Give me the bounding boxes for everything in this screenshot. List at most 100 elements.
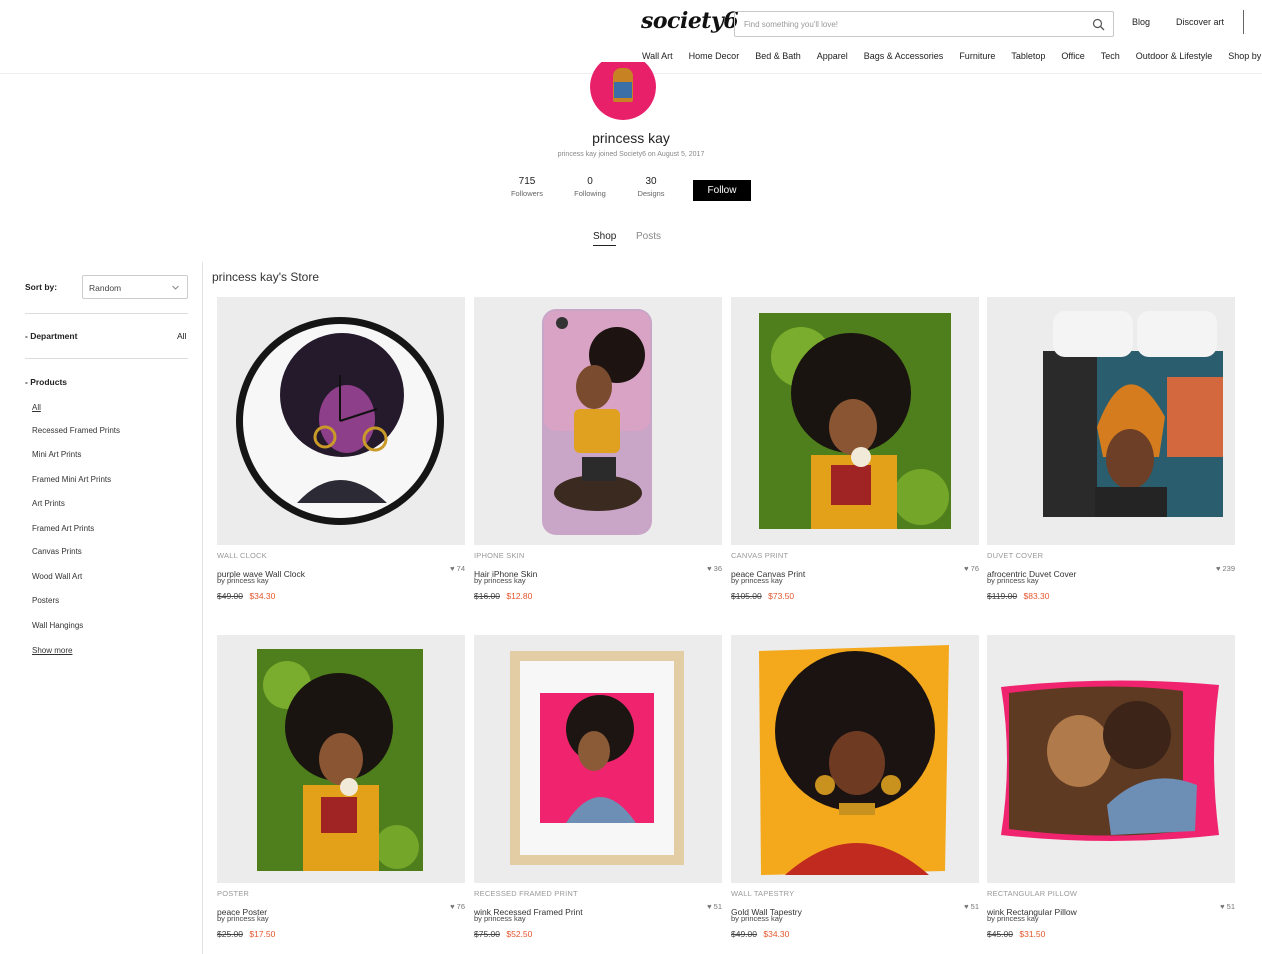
products-filter-toggle[interactable]: - Products bbox=[25, 377, 67, 387]
product-title[interactable]: purple wave Wall Clock bbox=[217, 569, 305, 579]
product-image[interactable] bbox=[474, 297, 722, 545]
chevron-down-icon bbox=[172, 285, 179, 290]
divider bbox=[25, 358, 188, 359]
nav-shop-by[interactable]: Shop by bbox=[1228, 51, 1261, 63]
product-type: WALL CLOCK bbox=[217, 551, 267, 560]
tab-shop[interactable]: Shop bbox=[593, 231, 617, 246]
product-prices: $45.00 $31.50 bbox=[987, 929, 1235, 939]
product-title[interactable]: Gold Wall Tapestry bbox=[731, 907, 802, 917]
follow-button[interactable]: Follow bbox=[693, 180, 751, 201]
filter-framed-art-prints[interactable]: Framed Art Prints bbox=[32, 524, 94, 533]
like-count[interactable]: ♥ 74 bbox=[450, 564, 465, 573]
product-image[interactable] bbox=[987, 635, 1235, 883]
sort-select[interactable]: Random bbox=[82, 275, 188, 299]
like-count-value: 51 bbox=[713, 902, 722, 911]
profile-name: princess kay bbox=[592, 130, 670, 146]
sale-price: $34.30 bbox=[763, 929, 790, 939]
nav-bed-bath[interactable]: Bed & Bath bbox=[755, 51, 801, 63]
stat-number: 0 bbox=[587, 176, 593, 187]
department-filter-toggle[interactable]: - Department bbox=[25, 331, 77, 341]
stat-designs[interactable]: 30 Designs bbox=[621, 176, 681, 198]
product-title[interactable]: afrocentric Duvet Cover bbox=[987, 569, 1076, 579]
society6-logo[interactable]: society6 bbox=[641, 8, 739, 34]
stat-followers[interactable]: 715 Followers bbox=[497, 176, 557, 198]
product-card[interactable]: IPHONE SKIN Hair iPhone Skin ♥ 36 by pri… bbox=[474, 297, 722, 601]
stat-following[interactable]: 0 Following bbox=[560, 176, 620, 198]
sale-price: $83.30 bbox=[1023, 591, 1050, 601]
original-price: $25.00 bbox=[217, 929, 243, 939]
nav-bags-accessories[interactable]: Bags & Accessories bbox=[864, 51, 944, 63]
like-count[interactable]: ♥ 76 bbox=[450, 902, 465, 911]
product-type: IPHONE SKIN bbox=[474, 551, 525, 560]
search-bar bbox=[734, 11, 1114, 37]
like-count[interactable]: ♥ 51 bbox=[707, 902, 722, 911]
filter-all[interactable]: All bbox=[32, 403, 41, 412]
product-title[interactable]: wink Recessed Framed Print bbox=[474, 907, 583, 917]
product-image[interactable] bbox=[987, 297, 1235, 545]
product-card[interactable]: WALL TAPESTRY Gold Wall Tapestry ♥ 51 by… bbox=[731, 635, 979, 939]
stat-label: Followers bbox=[510, 189, 544, 198]
header-divider bbox=[1243, 10, 1244, 34]
product-title[interactable]: peace Poster bbox=[217, 907, 267, 917]
filter-mini-art-prints[interactable]: Mini Art Prints bbox=[32, 450, 81, 459]
sale-price: $12.80 bbox=[506, 591, 533, 601]
original-price: $49.00 bbox=[731, 929, 757, 939]
product-title[interactable]: wink Rectangular Pillow bbox=[987, 907, 1077, 917]
department-value: All bbox=[177, 331, 187, 341]
product-prices: $25.00 $17.50 bbox=[217, 929, 465, 939]
product-type: POSTER bbox=[217, 889, 250, 898]
product-title[interactable]: Hair iPhone Skin bbox=[474, 569, 537, 579]
like-count-value: 51 bbox=[1226, 902, 1235, 911]
product-prices: $49.00 $34.30 bbox=[731, 929, 979, 939]
original-price: $49.00 bbox=[217, 591, 243, 601]
product-prices: $119.00 $83.30 bbox=[987, 591, 1235, 601]
nav-tabletop[interactable]: Tabletop bbox=[1011, 51, 1045, 63]
like-count[interactable]: ♥ 36 bbox=[707, 564, 722, 573]
filter-framed-mini-art-prints[interactable]: Framed Mini Art Prints bbox=[32, 475, 111, 484]
like-count[interactable]: ♥ 51 bbox=[964, 902, 979, 911]
product-image[interactable] bbox=[731, 297, 979, 545]
show-more-link[interactable]: Show more bbox=[32, 646, 72, 655]
filter-wood-wall-art[interactable]: Wood Wall Art bbox=[32, 572, 82, 581]
original-price: $75.00 bbox=[474, 929, 500, 939]
product-image[interactable] bbox=[217, 297, 465, 545]
nav-outdoor-lifestyle[interactable]: Outdoor & Lifestyle bbox=[1136, 51, 1213, 63]
stat-number: 30 bbox=[645, 176, 657, 187]
like-count-value: 239 bbox=[1222, 564, 1235, 573]
product-type: CANVAS PRINT bbox=[731, 551, 789, 560]
product-image[interactable] bbox=[474, 635, 722, 883]
like-count-value: 36 bbox=[713, 564, 722, 573]
nav-home-decor[interactable]: Home Decor bbox=[689, 51, 740, 63]
product-card[interactable]: DUVET COVER afrocentric Duvet Cover ♥ 23… bbox=[987, 297, 1235, 601]
discover-art-link[interactable]: Discover art bbox=[1176, 17, 1224, 27]
tab-posts[interactable]: Posts bbox=[636, 231, 661, 242]
search-icon[interactable] bbox=[1092, 18, 1105, 31]
like-count[interactable]: ♥ 51 bbox=[1220, 902, 1235, 911]
search-input[interactable] bbox=[735, 12, 1075, 36]
product-card[interactable]: RECESSED FRAMED PRINT wink Recessed Fram… bbox=[474, 635, 722, 939]
blog-link[interactable]: Blog bbox=[1132, 17, 1150, 27]
like-count[interactable]: ♥ 76 bbox=[964, 564, 979, 573]
product-card[interactable]: RECTANGULAR PILLOW wink Rectangular Pill… bbox=[987, 635, 1235, 939]
filter-canvas-prints[interactable]: Canvas Prints bbox=[32, 547, 82, 556]
filter-art-prints[interactable]: Art Prints bbox=[32, 499, 65, 508]
like-count-value: 76 bbox=[456, 902, 465, 911]
filter-wall-hangings[interactable]: Wall Hangings bbox=[32, 621, 83, 630]
original-price: $16.00 bbox=[474, 591, 500, 601]
stat-label: Designs bbox=[637, 189, 665, 198]
product-title[interactable]: peace Canvas Print bbox=[731, 569, 805, 579]
nav-apparel[interactable]: Apparel bbox=[817, 51, 848, 63]
product-image[interactable] bbox=[731, 635, 979, 883]
filter-posters[interactable]: Posters bbox=[32, 596, 59, 605]
product-image[interactable] bbox=[217, 635, 465, 883]
stat-number: 715 bbox=[518, 176, 536, 187]
product-card[interactable]: CANVAS PRINT peace Canvas Print ♥ 76 by … bbox=[731, 297, 979, 601]
nav-furniture[interactable]: Furniture bbox=[959, 51, 995, 63]
nav-tech[interactable]: Tech bbox=[1101, 51, 1120, 63]
product-card[interactable]: POSTER peace Poster ♥ 76 by princess kay… bbox=[217, 635, 465, 939]
like-count[interactable]: ♥ 239 bbox=[1216, 564, 1235, 573]
store-title: princess kay's Store bbox=[212, 270, 319, 284]
nav-office[interactable]: Office bbox=[1061, 51, 1084, 63]
filter-recessed-framed-prints[interactable]: Recessed Framed Prints bbox=[32, 426, 120, 435]
product-card[interactable]: WALL CLOCK purple wave Wall Clock ♥ 74 b… bbox=[217, 297, 465, 601]
